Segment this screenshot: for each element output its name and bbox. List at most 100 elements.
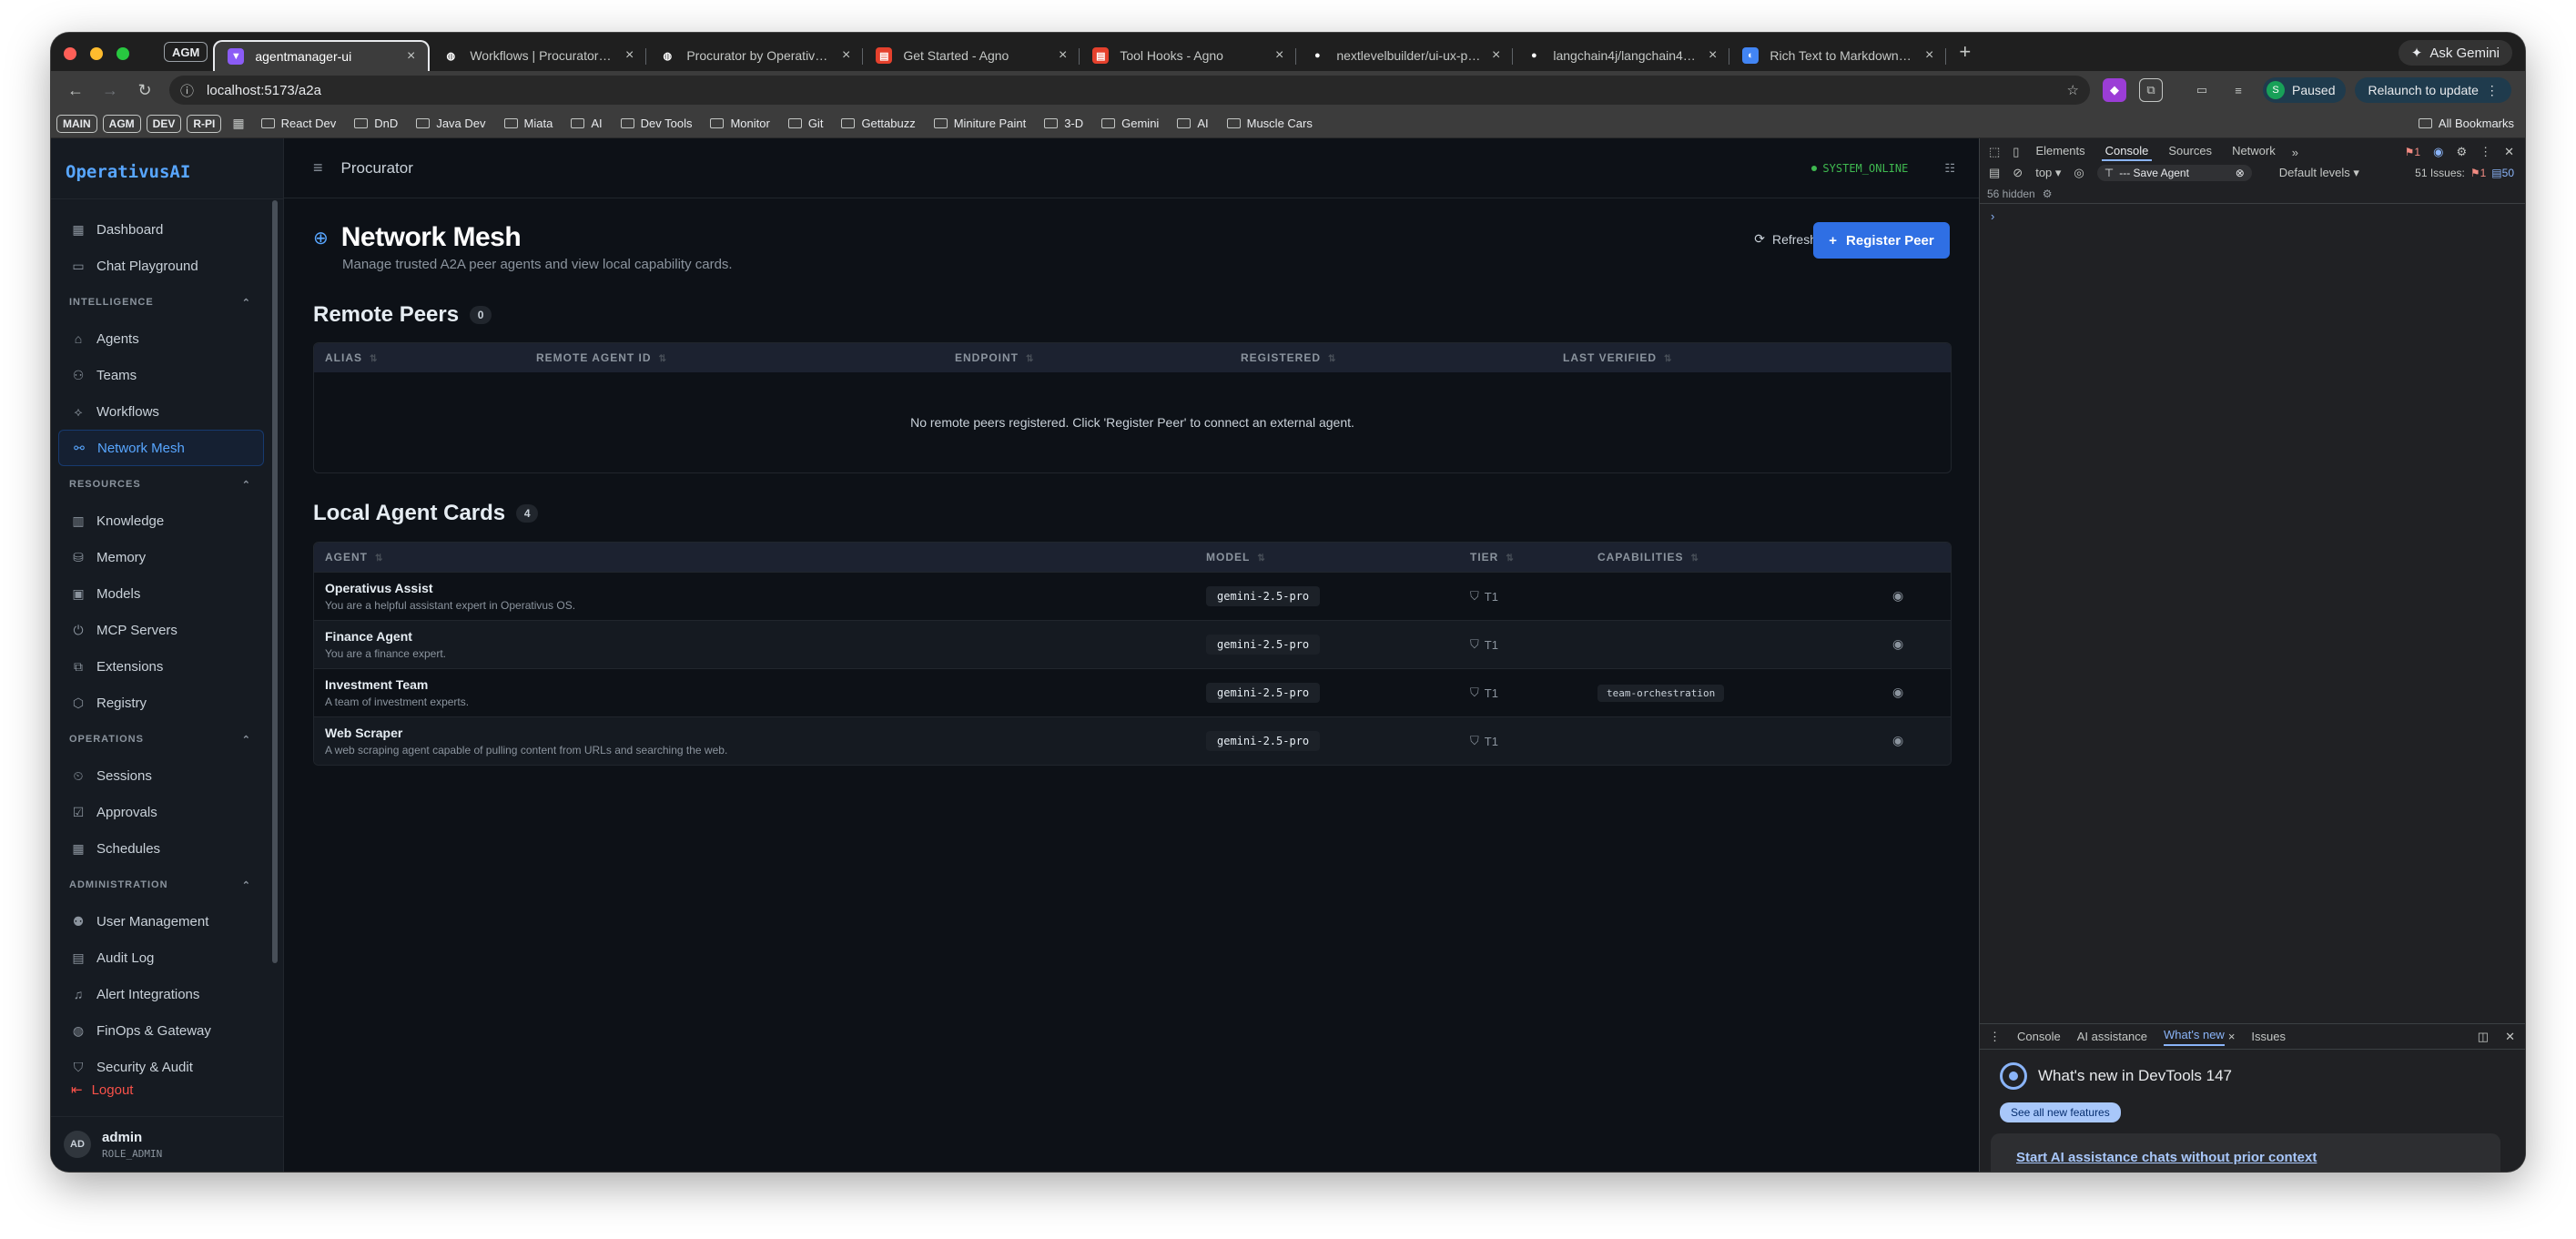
register-peer-button[interactable]: + Register Peer: [1813, 222, 1950, 259]
close-tab-icon[interactable]: ×: [625, 47, 634, 64]
site-info-icon[interactable]: ⓘ: [180, 81, 194, 100]
clear-console-icon[interactable]: ⊘: [2013, 166, 2023, 180]
bookmark-folder[interactable]: Miata: [503, 117, 553, 130]
address-bar[interactable]: ⓘ localhost:5173/a2a ☆: [169, 76, 2090, 105]
column-header[interactable]: CAPABILITIES ⇅: [1587, 551, 1860, 564]
sidebar-item-approvals[interactable]: ☑ Approvals: [58, 794, 264, 830]
sidebar-item-models[interactable]: ▣ Models: [58, 575, 264, 612]
bookmark-chip[interactable]: DEV: [146, 114, 182, 133]
apps-grid-icon[interactable]: ▦: [232, 116, 244, 131]
eye-icon[interactable]: ◎: [2074, 166, 2084, 180]
drawer-menu-icon[interactable]: ⋮: [1989, 1030, 2001, 1044]
issues-counter[interactable]: 51 Issues: ⚑1 ▤50: [2415, 167, 2514, 179]
close-tab-icon[interactable]: ×: [407, 48, 415, 65]
close-tab-icon[interactable]: ×: [1275, 47, 1283, 64]
sidebar-item-sessions[interactable]: ⏲ Sessions: [58, 757, 264, 794]
table-row[interactable]: Investment Team A team of investment expe…: [314, 668, 1951, 716]
eye-icon[interactable]: ◉: [1892, 588, 1903, 603]
sort-icon[interactable]: ⇅: [375, 553, 383, 564]
sort-icon[interactable]: ⇅: [1026, 354, 1034, 364]
sidebar-scrollbar[interactable]: [272, 200, 278, 963]
console-filter-input[interactable]: ⊤ --- Save Agent ⊗: [2096, 165, 2252, 181]
sort-icon[interactable]: ⇅: [1328, 354, 1336, 364]
sidebar-item-user-management[interactable]: ⚉ User Management: [58, 903, 264, 939]
extensions-puzzle-icon[interactable]: ⧉: [2139, 78, 2163, 102]
forward-icon[interactable]: →: [93, 81, 127, 100]
drawer-tab[interactable]: Console: [2017, 1030, 2061, 1043]
sort-icon[interactable]: ⇅: [1257, 553, 1265, 564]
column-header[interactable]: REMOTE AGENT ID ⇅: [525, 351, 944, 364]
sidebar-section-header[interactable]: ADMINISTRATION ⌃: [58, 867, 264, 903]
sidebar-toggle-icon[interactable]: ▤: [1989, 166, 2000, 180]
maximize-window-button[interactable]: [117, 47, 129, 60]
kebab-menu-icon[interactable]: ⋮: [2480, 145, 2491, 159]
bookmark-chip[interactable]: R-PI: [187, 114, 222, 133]
drawer-tab[interactable]: Issues: [2251, 1030, 2286, 1043]
close-tab-icon[interactable]: ×: [1492, 47, 1500, 64]
context-selector[interactable]: top ▾: [2035, 166, 2061, 180]
column-header[interactable]: MODEL ⇅: [1195, 551, 1459, 564]
bookmark-chip[interactable]: MAIN: [56, 114, 97, 133]
sidebar-item-dashboard[interactable]: ▦ Dashboard: [58, 211, 264, 248]
sort-icon[interactable]: ⇅: [659, 354, 667, 364]
close-tab-icon[interactable]: ×: [1059, 47, 1067, 64]
bookmark-folder[interactable]: 3-D: [1044, 117, 1083, 130]
sidebar-item-network-mesh[interactable]: ⚯ Network Mesh: [58, 430, 264, 466]
close-tab-icon[interactable]: ×: [1709, 47, 1717, 64]
url-text[interactable]: localhost:5173/a2a: [207, 83, 321, 98]
close-tab-icon[interactable]: ×: [1925, 47, 1933, 64]
sidebar-item-registry[interactable]: ⬡ Registry: [58, 685, 264, 721]
sidepanel-icon[interactable]: ▭: [2190, 78, 2214, 102]
column-header[interactable]: REGISTERED ⇅: [1230, 351, 1552, 364]
devtools-tab[interactable]: Console: [2101, 144, 2153, 161]
ai-icon[interactable]: ◉: [2433, 145, 2443, 159]
table-row[interactable]: Web Scraper A web scraping agent capable …: [314, 716, 1951, 765]
bookmark-star-icon[interactable]: ☆: [2067, 82, 2079, 98]
close-devtools-icon[interactable]: ✕: [2504, 145, 2514, 159]
bookmark-folder[interactable]: Gettabuzz: [841, 117, 916, 130]
user-profile[interactable]: AD admin ROLE_ADMIN: [51, 1116, 284, 1172]
chevron-up-icon[interactable]: ⌃: [242, 879, 251, 891]
bookmark-folder[interactable]: DnD: [354, 117, 398, 130]
sidebar-section-header[interactable]: INTELLIGENCE ⌃: [58, 284, 264, 320]
sidebar-item-extensions[interactable]: ⧉ Extensions: [58, 648, 264, 685]
clear-filter-icon[interactable]: ⊗: [2236, 167, 2245, 179]
sort-icon[interactable]: ⇅: [1690, 553, 1699, 564]
browser-tab[interactable]: ▤ Get Started - Agno ×: [863, 40, 1080, 71]
bookmark-folder[interactable]: React Dev: [260, 117, 336, 130]
browser-tab[interactable]: ◍ Workflows | Procurator by Op ×: [430, 40, 647, 71]
minimize-window-button[interactable]: [90, 47, 103, 60]
browser-tab[interactable]: ▤ Tool Hooks - Agno ×: [1080, 40, 1297, 71]
devtools-tab[interactable]: Elements: [2032, 144, 2088, 161]
sidebar-item-workflows[interactable]: ⟡ Workflows: [58, 393, 264, 430]
brand-logo[interactable]: OperativusAI: [66, 162, 190, 182]
column-header[interactable]: AGENT ⇅: [314, 551, 1195, 564]
sidebar-item-schedules[interactable]: ▦ Schedules: [58, 830, 264, 867]
bookmark-folder[interactable]: Java Dev: [416, 117, 486, 130]
sidebar-item-memory[interactable]: ⛁ Memory: [58, 539, 264, 575]
bookmark-folder[interactable]: Git: [787, 117, 823, 130]
browser-tab[interactable]: ▼ agentmanager-ui ×: [213, 40, 431, 71]
close-tab-icon[interactable]: ×: [842, 47, 850, 64]
back-icon[interactable]: ←: [58, 81, 93, 100]
inspect-icon[interactable]: ⬚: [1989, 145, 2000, 159]
sidebar-item-agents[interactable]: ⌂ Agents: [58, 320, 264, 357]
eye-icon[interactable]: ◉: [1892, 636, 1903, 651]
more-tabs-icon[interactable]: »: [2292, 146, 2298, 159]
sidebar-item-chat-playground[interactable]: ▭ Chat Playground: [58, 248, 264, 284]
tab-group-label[interactable]: AGM: [164, 42, 208, 62]
settings-gear-icon[interactable]: ⚙: [2456, 145, 2467, 159]
sidebar-item-alert-integrations[interactable]: ♫ Alert Integrations: [58, 976, 264, 1012]
table-row[interactable]: Finance Agent You are a finance expert. ge…: [314, 620, 1951, 668]
drawer-tab[interactable]: AI assistance: [2077, 1030, 2147, 1043]
sidebar-item-security-audit[interactable]: ⛉ Security & Audit: [58, 1049, 264, 1085]
sidebar-item-audit-log[interactable]: ▤ Audit Log: [58, 939, 264, 976]
sidebar-section-header[interactable]: RESOURCES ⌃: [58, 466, 264, 503]
column-header[interactable]: ALIAS ⇅: [314, 351, 525, 364]
browser-tab[interactable]: ● langchain4j/langchain4j: Lang ×: [1513, 40, 1730, 71]
close-window-button[interactable]: [64, 47, 76, 60]
bookmark-folder[interactable]: Monitor: [710, 117, 770, 130]
log-levels-dropdown[interactable]: Default levels ▾: [2279, 166, 2359, 180]
all-bookmarks-button[interactable]: All Bookmarks: [2418, 117, 2514, 130]
close-tab-icon[interactable]: ×: [2228, 1030, 2236, 1043]
